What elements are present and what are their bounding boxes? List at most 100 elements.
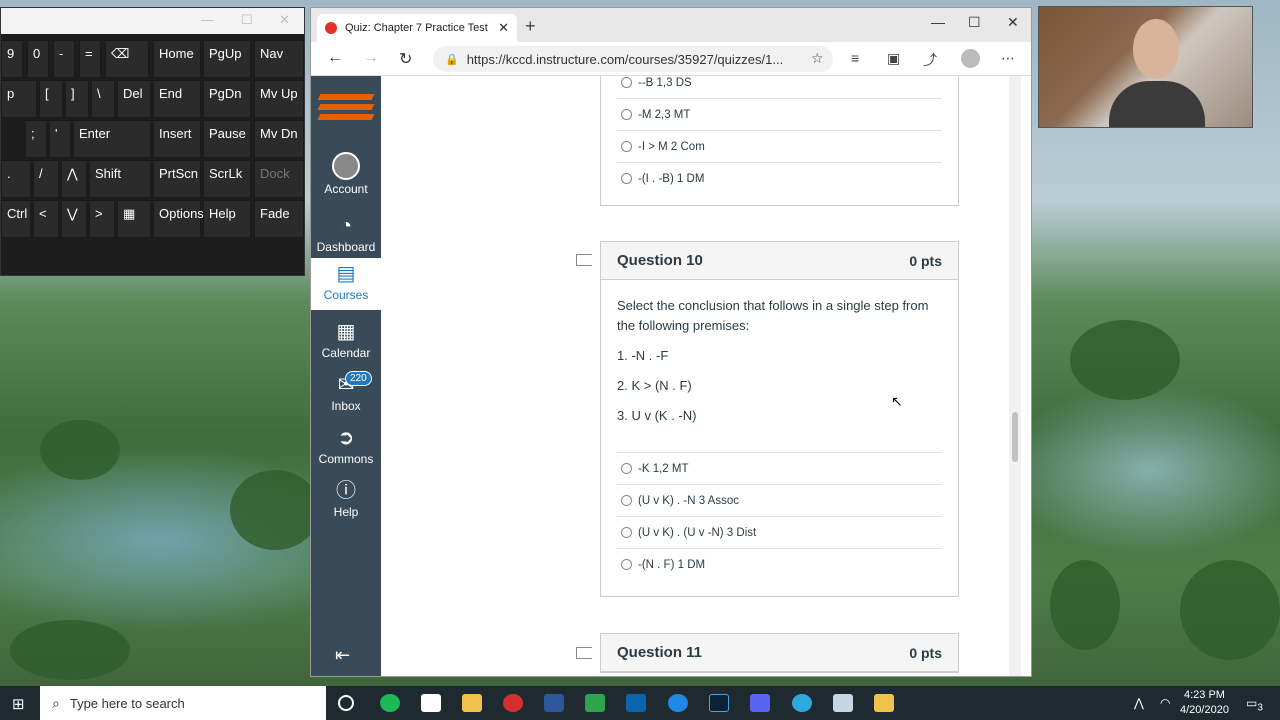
osk-key[interactable]: Ctrl bbox=[1, 200, 31, 238]
collections-icon[interactable]: ▣ bbox=[887, 50, 900, 67]
scrollbar-thumb[interactable] bbox=[1012, 412, 1018, 462]
notifications-icon[interactable]: ▭3 bbox=[1246, 696, 1263, 713]
answer-option[interactable]: (U v K) . -N 3 Assoc bbox=[617, 484, 942, 516]
tab-quiz[interactable]: Quiz: Chapter 7 Practice Test ✕ bbox=[317, 14, 517, 42]
taskbar-search[interactable]: ⌕ Type here to search bbox=[40, 686, 326, 720]
back-icon[interactable]: ← bbox=[327, 49, 343, 67]
lightroom-icon[interactable] bbox=[709, 694, 729, 712]
osk-key[interactable]: PgUp bbox=[203, 40, 251, 78]
osk-key[interactable]: Shift bbox=[89, 160, 151, 198]
osk-key[interactable]: < bbox=[33, 200, 59, 238]
osk-key[interactable]: p bbox=[1, 80, 37, 118]
keyboard-app-icon[interactable] bbox=[833, 694, 853, 712]
url-field[interactable]: 🔒 https://kccd.instructure.com/courses/3… bbox=[433, 46, 833, 72]
osk-key[interactable]: - bbox=[53, 40, 75, 78]
flag-question-10-icon[interactable] bbox=[576, 254, 592, 266]
nav-commons[interactable]: ➲ Commons bbox=[311, 426, 381, 476]
osk-key[interactable]: Home bbox=[153, 40, 201, 78]
osk-key[interactable]: = bbox=[79, 40, 101, 78]
nav-account[interactable]: Account bbox=[311, 152, 381, 204]
osk-key[interactable]: End bbox=[153, 80, 201, 118]
osk-key[interactable]: ▦ bbox=[117, 200, 151, 238]
osk-close-icon[interactable]: ✕ bbox=[279, 12, 290, 28]
osk-key[interactable]: [ bbox=[39, 80, 63, 118]
osk-key[interactable]: Enter bbox=[73, 120, 151, 158]
tray-chevron-icon[interactable]: ⋀ bbox=[1134, 696, 1144, 710]
app-icon[interactable] bbox=[544, 694, 564, 712]
mail-icon[interactable] bbox=[626, 694, 646, 712]
spotify-icon[interactable] bbox=[380, 694, 400, 712]
edge-active-icon[interactable] bbox=[792, 694, 812, 712]
osk-key[interactable]: Pause bbox=[203, 120, 251, 158]
answer-option[interactable]: -K 1,2 MT bbox=[617, 452, 942, 484]
page-scrollbar[interactable] bbox=[1009, 76, 1021, 676]
cortana-icon[interactable] bbox=[338, 695, 354, 711]
close-window-icon[interactable]: ✕ bbox=[1007, 14, 1019, 31]
osk-key[interactable]: PrtScn bbox=[153, 160, 201, 198]
radio-button[interactable] bbox=[621, 173, 632, 184]
answer-option[interactable]: -M 2,3 MT bbox=[617, 98, 942, 130]
screen-recorder-icon[interactable] bbox=[503, 694, 523, 712]
osk-key[interactable]: Del bbox=[117, 80, 151, 118]
canvas-logo-icon[interactable] bbox=[317, 94, 375, 128]
file-explorer-icon[interactable] bbox=[462, 694, 482, 712]
share-icon[interactable]: ⤴ bbox=[923, 50, 937, 70]
edge-icon[interactable] bbox=[668, 694, 688, 712]
flag-question-11-icon[interactable] bbox=[576, 647, 592, 659]
h-app-icon[interactable] bbox=[585, 694, 605, 712]
answer-option[interactable]: --B 1,3 DS bbox=[617, 76, 942, 98]
osk-key[interactable]: / bbox=[33, 160, 59, 198]
nav-courses[interactable]: ▤ Courses bbox=[311, 258, 381, 310]
answer-option[interactable]: -(N . F) 1 DM bbox=[617, 548, 942, 580]
osk-key[interactable]: Help bbox=[203, 200, 251, 238]
radio-button[interactable] bbox=[621, 559, 632, 570]
osk-key[interactable]: ScrLk bbox=[203, 160, 251, 198]
forward-icon[interactable]: → bbox=[363, 49, 379, 67]
osk-key[interactable]: Nav bbox=[254, 40, 304, 78]
osk-key[interactable]: > bbox=[89, 200, 115, 238]
folder-icon[interactable] bbox=[874, 694, 894, 712]
radio-button[interactable] bbox=[621, 463, 632, 474]
radio-button[interactable] bbox=[621, 141, 632, 152]
osk-key[interactable]: Mv Up bbox=[254, 80, 304, 118]
radio-button[interactable] bbox=[621, 495, 632, 506]
osk-key[interactable]: Insert bbox=[153, 120, 201, 158]
osk-key[interactable]: Mv Dn bbox=[254, 120, 304, 158]
discord-icon[interactable] bbox=[750, 694, 770, 712]
answer-option[interactable]: -I > M 2 Com bbox=[617, 130, 942, 162]
close-tab-icon[interactable]: ✕ bbox=[498, 20, 509, 36]
osk-key[interactable]: ⌫ bbox=[105, 40, 149, 78]
osk-key[interactable]: ; bbox=[25, 120, 47, 158]
more-menu-icon[interactable]: ⋯ bbox=[1001, 50, 1015, 67]
osk-key[interactable]: ⋁ bbox=[61, 200, 87, 238]
new-tab-icon[interactable]: + bbox=[525, 16, 536, 37]
wifi-icon[interactable]: ◠ bbox=[1160, 696, 1170, 710]
profile-avatar-icon[interactable] bbox=[961, 49, 980, 68]
refresh-icon[interactable]: ↻ bbox=[399, 49, 412, 69]
osk-key[interactable]: PgDn bbox=[203, 80, 251, 118]
osk-minimize-icon[interactable]: — bbox=[201, 12, 214, 27]
osk-key[interactable]: Options bbox=[153, 200, 204, 238]
osk-key[interactable]: . bbox=[1, 160, 31, 198]
answer-option[interactable]: (U v K) . (U v -N) 3 Dist bbox=[617, 516, 942, 548]
osk-key[interactable]: ] bbox=[65, 80, 89, 118]
store-icon[interactable] bbox=[421, 694, 441, 712]
osk-key[interactable]: \ bbox=[91, 80, 115, 118]
osk-key[interactable]: Fade bbox=[254, 200, 304, 238]
windows-start-icon[interactable]: ⊞ bbox=[12, 695, 25, 713]
minimize-icon[interactable]: — bbox=[931, 14, 945, 30]
osk-maximize-icon[interactable]: ☐ bbox=[241, 12, 253, 28]
radio-button[interactable] bbox=[621, 527, 632, 538]
osk-key[interactable]: 0 bbox=[27, 40, 49, 78]
nav-help[interactable]: ⓘ Help bbox=[311, 479, 381, 529]
favorite-star-icon[interactable]: ☆ bbox=[811, 50, 824, 67]
taskbar-clock[interactable]: 4:23 PM 4/20/2020 bbox=[1180, 688, 1229, 718]
answer-option[interactable]: -(I . -B) 1 DM bbox=[617, 162, 942, 194]
nav-inbox[interactable]: ✉ 220 Inbox bbox=[311, 371, 381, 423]
radio-button[interactable] bbox=[621, 109, 632, 120]
nav-dashboard[interactable]: ◔ Dashboard bbox=[311, 214, 381, 264]
nav-calendar[interactable]: ▦ Calendar bbox=[311, 320, 381, 370]
osk-key[interactable]: ⋀ bbox=[61, 160, 87, 198]
favorites-icon[interactable]: ≡ bbox=[851, 50, 859, 66]
radio-button[interactable] bbox=[621, 77, 632, 88]
